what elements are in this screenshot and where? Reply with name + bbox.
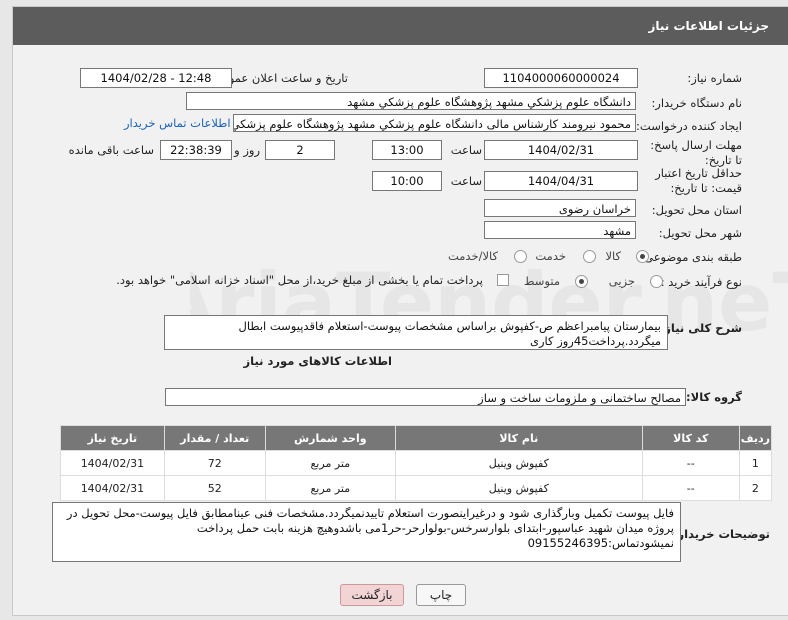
process-option-minor: جزیی [608, 274, 635, 288]
days-word: روز و [234, 143, 260, 157]
need-number-field: 1104000060000024 [484, 68, 638, 88]
col-header-item-name: نام کالا [394, 425, 643, 451]
category-option-goods: کالا [605, 249, 621, 263]
cell-item-code: -- [641, 450, 740, 476]
category-radio-service[interactable] [583, 250, 596, 263]
creator-field: محمود نیرومند کارشناس مالی دانشگاه علوم … [233, 114, 636, 132]
deadline-date-field: 1404/02/31 [484, 140, 638, 160]
general-desc-label: شرح کلی نیاز: [659, 321, 742, 335]
deadline-label: مهلت ارسال پاسخ: تا تاریخ: [650, 138, 742, 167]
table-header-row: ردیف کد کالا نام کالا واحد شمارش تعداد /… [60, 425, 773, 451]
category-radio-both[interactable] [514, 250, 527, 263]
creator-label: ایجاد کننده درخواست: [636, 119, 742, 133]
col-header-item-code: کد کالا [641, 425, 740, 451]
buyer-org-field: دانشگاه علوم پزشکي مشهد پژوهشگاه علوم پز… [186, 92, 636, 110]
cell-item-code: -- [641, 475, 740, 501]
buyer-org-label: نام دستگاه خریدار: [651, 96, 742, 110]
province-label: استان محل تحویل: [651, 203, 742, 217]
cell-unit: متر مربع [264, 450, 396, 476]
cell-need-date: 1404/02/31 [60, 450, 165, 476]
process-radio-minor[interactable] [650, 275, 663, 288]
col-header-unit: واحد شمارش [264, 425, 396, 451]
contact-info-link[interactable]: اطلاعات تماس خریدار [124, 116, 231, 130]
goods-info-title: اطلاعات کالاهای مورد نیاز [243, 354, 392, 368]
city-label: شهر محل تحویل: [658, 226, 742, 240]
process-label: نوع فرآیند خرید : [660, 275, 742, 289]
col-header-quantity: تعداد / مقدار [163, 425, 266, 451]
back-button[interactable]: بازگشت [340, 584, 404, 606]
goods-group-field: مصالح ساختمانی و ملزومات ساخت و ساز [165, 388, 686, 406]
process-option-medium: متوسط [523, 274, 560, 288]
process-radio-medium[interactable] [575, 275, 588, 288]
cell-quantity: 72 [163, 450, 266, 476]
treasury-checkbox[interactable] [497, 274, 509, 286]
validity-date-field: 1404/04/31 [484, 171, 638, 191]
cell-quantity: 52 [163, 475, 266, 501]
cell-need-date: 1404/02/31 [60, 475, 165, 501]
payment-note: پرداخت تمام یا بخشی از مبلغ خرید،از محل … [116, 273, 483, 287]
deadline-time-word: ساعت [450, 143, 482, 157]
cell-item-name: کفپوش وینیل [394, 475, 643, 501]
category-label: طبقه بندی موضوعی: [640, 250, 742, 264]
general-desc-field: بیمارستان پیامبراعظم ص-کفپوش براساس مشخص… [164, 315, 668, 350]
table-row[interactable]: 1 -- کفپوش وینیل متر مربع 72 1404/02/31 [60, 450, 773, 476]
buyer-notes-field: فایل پیوست تکمیل وبارگذاری شود و درغیرای… [52, 502, 681, 562]
cell-item-name: کفپوش وینیل [394, 450, 643, 476]
buyer-notes-label: توضیحات خریدار: [672, 527, 770, 541]
province-field: خراسان رضوی [484, 199, 636, 217]
days-field: 2 [265, 140, 335, 160]
category-option-service: خدمت [535, 249, 566, 263]
cell-row-number: 1 [738, 450, 773, 476]
table-row[interactable]: 2 -- کفپوش وینیل متر مربع 52 1404/02/31 [60, 475, 773, 501]
category-radio-goods[interactable] [636, 250, 649, 263]
goods-table: ردیف کد کالا نام کالا واحد شمارش تعداد /… [60, 425, 773, 501]
category-option-both: کالا/خدمت [447, 249, 498, 263]
col-header-row-number: ردیف [738, 425, 773, 451]
validity-time-field: 10:00 [372, 171, 442, 191]
panel-title-bar: جزئیات اطلاعات نیاز [13, 7, 788, 45]
city-field: مشهد [484, 221, 636, 239]
validity-label: حداقل تاریخ اعتبار قیمت: تا تاریخ: [655, 166, 742, 195]
cell-row-number: 2 [738, 475, 773, 501]
panel-title: جزئیات اطلاعات نیاز [648, 19, 769, 33]
col-header-need-date: تاریخ نیاز [60, 425, 165, 451]
cell-unit: متر مربع [264, 475, 396, 501]
deadline-time-field: 13:00 [372, 140, 442, 160]
goods-group-label: گروه کالا: [686, 390, 742, 404]
validity-time-word: ساعت [450, 174, 482, 188]
announce-field: 1404/02/28 - 12:48 [80, 68, 232, 88]
remaining-word: ساعت باقی مانده [68, 143, 154, 157]
print-button[interactable]: چاپ [416, 584, 466, 606]
remaining-time-field: 22:38:39 [160, 140, 232, 160]
need-number-label: شماره نیاز: [687, 71, 742, 85]
